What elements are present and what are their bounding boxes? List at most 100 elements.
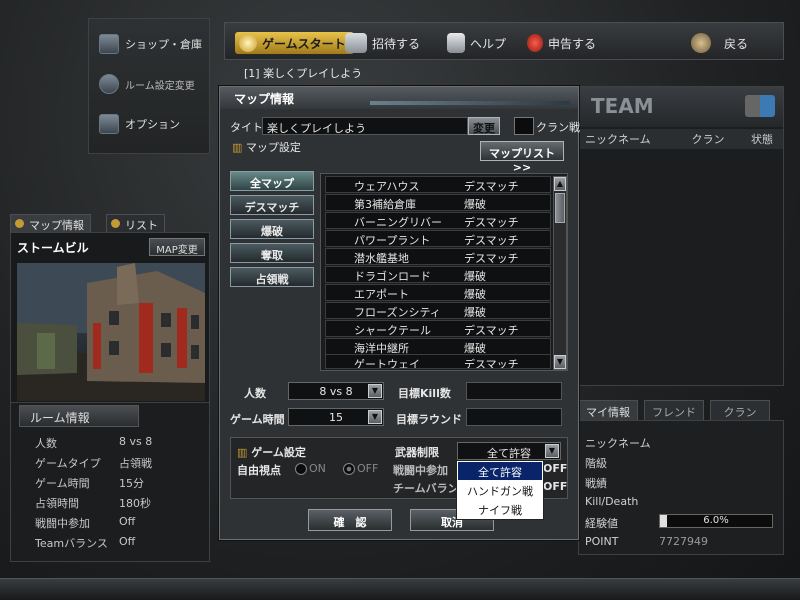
team-balance-off[interactable]: OFF (543, 480, 567, 493)
top-bar: ゲームスタート 招待する ヘルプ 申告する 戻る (224, 22, 784, 60)
map-list-scrollbar[interactable]: ▲ ▼ (553, 176, 567, 370)
weapon-option-knife[interactable]: ナイフ戦 (458, 500, 542, 518)
players-value: 8 vs 8 (319, 385, 353, 398)
mode-all-maps-button[interactable]: 全マップ (230, 171, 314, 191)
players-select[interactable]: 8 vs 8 ▼ (288, 382, 384, 400)
back-button[interactable]: 戻る (691, 32, 748, 54)
map-change-button[interactable]: MAP変更 (149, 238, 205, 256)
dialog-title: マップ情報 (220, 87, 578, 109)
map-list-button[interactable]: マップリスト>> (480, 141, 564, 174)
grenade-icon (239, 34, 257, 52)
team-panel: TEAM ニックネーム クラン 状態 (578, 86, 784, 386)
list-item[interactable]: ウェアハウス デスマッチ (325, 176, 551, 193)
invite-button[interactable]: 招待する (345, 32, 420, 54)
game-start-button[interactable]: ゲームスタート (235, 32, 354, 54)
mode-bomb-button[interactable]: 爆破 (230, 219, 314, 239)
room-row-value: 15分 (119, 477, 144, 490)
target-kill-label: 目標Kill数 (398, 387, 451, 400)
room-settings-label: ルーム設定変更 (125, 80, 195, 92)
target-round-label: 目標ラウンド (396, 413, 462, 426)
list-item[interactable]: シャークテール デスマッチ (325, 320, 551, 337)
map-mode-cell: 爆破 (464, 288, 486, 301)
chevron-down-icon[interactable]: ▼ (545, 444, 559, 458)
map-name-cell: ゲートウェイ (354, 358, 420, 369)
shop-label: ショップ・倉庫 (125, 38, 202, 51)
weapon-limit-label: 武器制限 (395, 446, 439, 459)
list-item[interactable]: 潜水艦基地 デスマッチ (325, 248, 551, 265)
scroll-down-icon[interactable]: ▼ (554, 355, 566, 369)
chevron-down-icon[interactable]: ▼ (368, 384, 382, 398)
tab-map-info[interactable]: マップ情報 (10, 214, 91, 232)
room-row-label: ゲーム時間 (35, 477, 90, 490)
envelope-icon (345, 33, 367, 53)
scroll-up-icon[interactable]: ▲ (554, 177, 566, 191)
wrench-icon (99, 114, 119, 134)
list-item[interactable]: 第3補給倉庫 爆破 (325, 194, 551, 211)
list-item[interactable]: 海洋中継所 爆破 (325, 338, 551, 355)
mode-occupation-button[interactable]: 占領戦 (230, 267, 314, 287)
game-start-label: ゲームスタート (262, 36, 346, 51)
map-mode-cell: デスマッチ (464, 216, 519, 229)
list-item[interactable]: ゲートウェイ デスマッチ (325, 354, 551, 369)
map-list: ウェアハウス デスマッチ 第3補給倉庫 爆破 バーニングリバー デスマッチ パワープラ… (320, 173, 568, 371)
weapon-option-handgun[interactable]: ハンドガン戦 (458, 481, 542, 499)
target-kill-input[interactable] (466, 382, 562, 400)
tab-my-info[interactable]: マイ情報 (578, 400, 638, 420)
list-item[interactable]: バーニングリバー デスマッチ (325, 212, 551, 229)
weapon-limit-select[interactable]: 全て許容 ▼ (457, 442, 561, 460)
chevron-down-icon[interactable]: ▼ (368, 410, 382, 424)
options-button[interactable]: オプション (99, 109, 207, 139)
col-nickname: ニックネーム (585, 133, 651, 146)
invite-label: 招待する (372, 36, 421, 51)
map-mode-cell: デスマッチ (464, 358, 519, 369)
scroll-thumb[interactable] (555, 193, 565, 223)
map-preview-panel: ストームビル MAP変更 (10, 232, 210, 404)
weapon-limit-value: 全て許容 (487, 447, 531, 460)
exp-progress-bar: 6.0% (659, 514, 773, 528)
clan-war-checkbox[interactable] (514, 117, 534, 135)
players-label: 人数 (244, 387, 266, 400)
tab-friends[interactable]: フレンド (644, 400, 704, 420)
map-name-cell: 潜水艦基地 (354, 252, 409, 265)
list-item[interactable]: フローズンシティ 爆破 (325, 302, 551, 319)
target-round-input[interactable] (466, 408, 562, 426)
mid-join-off[interactable]: OFF (543, 462, 567, 475)
record-label: 戦績 (585, 477, 607, 490)
left-tabs: マップ情報 リスト (10, 214, 210, 232)
map-mode-cell: 爆破 (464, 306, 486, 319)
map-name-cell: フローズンシティ (354, 306, 441, 319)
title-change-button[interactable]: 変更 (468, 117, 500, 135)
game-settings-label: ゲーム設定 (251, 446, 306, 459)
mode-capture-button[interactable]: 奪取 (230, 243, 314, 263)
free-view-on-radio[interactable] (295, 463, 307, 475)
map-name-cell: ウェアハウス (354, 180, 420, 193)
siren-icon (527, 34, 543, 52)
bars-icon: ▥ (237, 446, 252, 459)
room-row-label: 戦闘中参加 (35, 517, 90, 530)
shop-button[interactable]: ショップ・倉庫 (99, 29, 207, 59)
free-view-off-radio[interactable] (343, 463, 355, 475)
team-swap-icon[interactable] (745, 95, 775, 117)
room-row-label: 人数 (35, 437, 57, 450)
room-settings-button[interactable]: ルーム設定変更 (99, 69, 207, 99)
tab-list[interactable]: リスト (106, 214, 165, 232)
weapon-option-all[interactable]: 全て許容 (458, 462, 542, 480)
help-button[interactable]: ヘルプ (447, 32, 506, 54)
list-item[interactable]: エアポート 爆破 (325, 284, 551, 301)
tab-clan[interactable]: クラン (710, 400, 770, 420)
gear-icon (99, 74, 119, 94)
weapon-limit-dropdown: 全て許容 ハンドガン戦 ナイフ戦 (456, 460, 544, 520)
room-row-label: ゲームタイプ (35, 457, 101, 470)
mode-deathmatch-button[interactable]: デスマッチ (230, 195, 314, 215)
map-name-cell: エアポート (354, 288, 409, 301)
report-label: 申告する (548, 36, 597, 51)
confirm-button[interactable]: 確 認 (308, 509, 392, 531)
list-item[interactable]: パワープラント デスマッチ (325, 230, 551, 247)
report-button[interactable]: 申告する (527, 32, 596, 54)
options-label: オプション (125, 118, 180, 131)
room-title-input[interactable]: 楽しくプレイしよう (262, 117, 468, 135)
list-item[interactable]: ドラゴンロード 爆破 (325, 266, 551, 283)
game-time-select[interactable]: 15 ▼ (288, 408, 384, 426)
chat-line: [1] 楽しくプレイしよう (244, 67, 363, 80)
room-row-value: Off (119, 535, 136, 548)
